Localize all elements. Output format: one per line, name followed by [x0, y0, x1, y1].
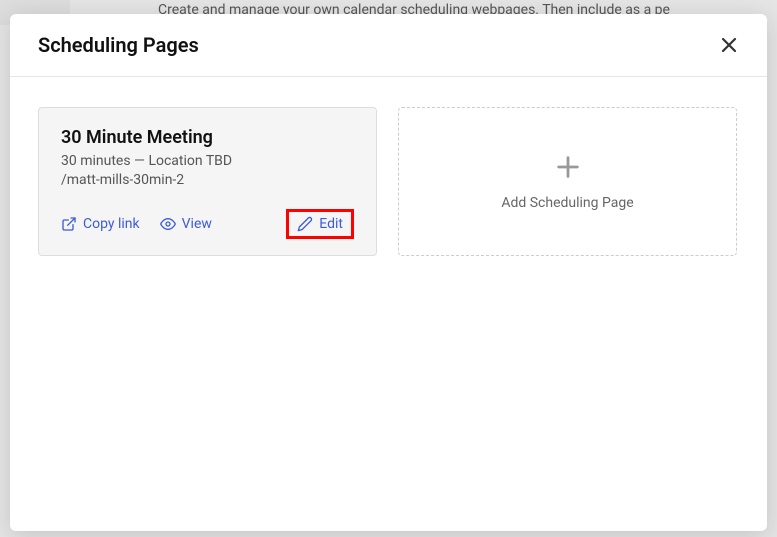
card-subtitle: 30 minutes — Location TBD — [61, 153, 354, 169]
modal-body: 30 Minute Meeting 30 minutes — Location … — [10, 77, 767, 286]
view-label: View — [182, 216, 212, 232]
add-scheduling-page-button[interactable]: Add Scheduling Page — [398, 107, 737, 256]
edit-button[interactable]: Edit — [297, 216, 343, 232]
copy-link-label: Copy link — [83, 216, 140, 232]
card-actions: Copy link View Edit — [61, 209, 354, 239]
external-link-icon — [61, 216, 77, 232]
eye-icon — [160, 216, 176, 232]
close-icon — [719, 35, 739, 55]
card-title: 30 Minute Meeting — [61, 127, 354, 148]
plus-icon — [554, 153, 582, 181]
edit-highlight-box: Edit — [286, 209, 354, 239]
add-scheduling-page-label: Add Scheduling Page — [501, 195, 633, 211]
view-button[interactable]: View — [160, 216, 212, 232]
modal-title: Scheduling Pages — [38, 33, 199, 57]
close-button[interactable] — [717, 33, 741, 57]
scheduling-pages-modal: Scheduling Pages 30 Minute Meeting 30 mi… — [10, 14, 767, 531]
copy-link-button[interactable]: Copy link — [61, 216, 140, 232]
edit-label: Edit — [319, 216, 343, 232]
modal-header: Scheduling Pages — [10, 14, 767, 77]
scheduling-page-card: 30 Minute Meeting 30 minutes — Location … — [38, 107, 377, 256]
card-slug: /matt-mills-30min-2 — [61, 172, 354, 188]
pencil-icon — [297, 216, 313, 232]
